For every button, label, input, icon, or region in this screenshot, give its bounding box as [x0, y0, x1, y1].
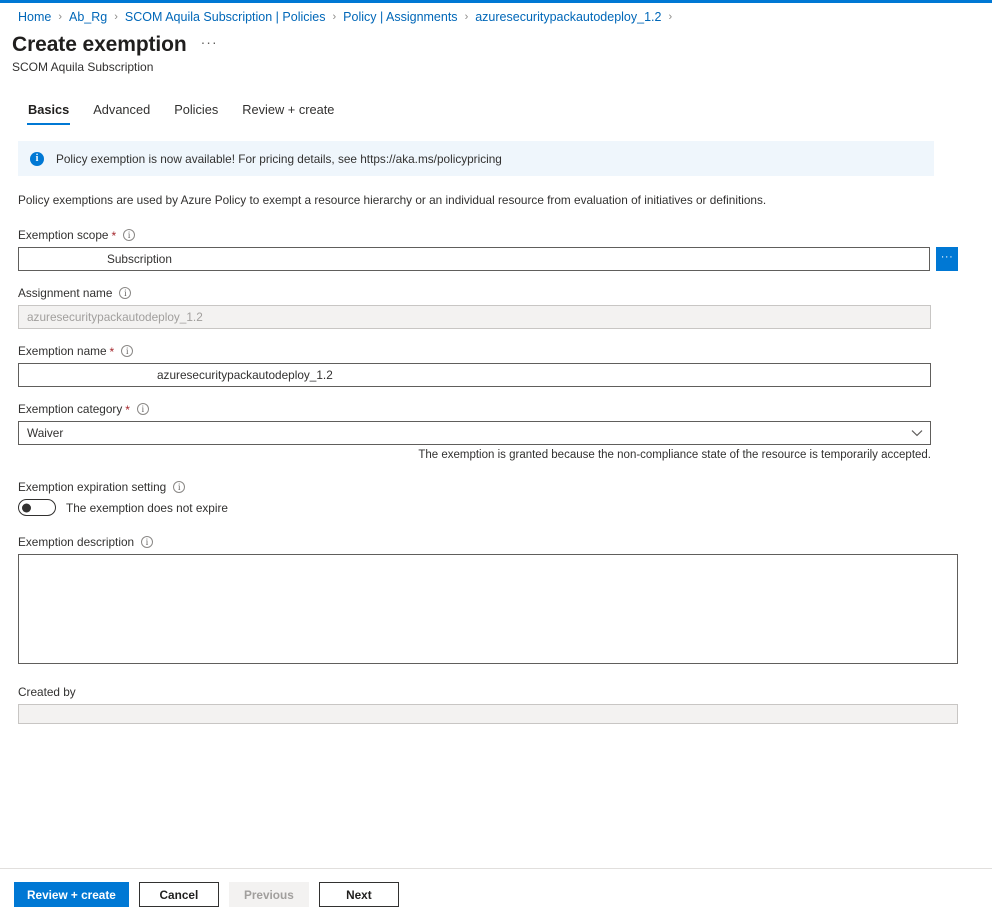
exemption-scope-input-row: ···: [18, 247, 958, 271]
tab-basics[interactable]: Basics: [16, 102, 81, 125]
exemption-name-label: Exemption name: [18, 344, 107, 358]
exemption-name-label-row: Exemption name * i: [18, 343, 958, 359]
field-exemption-expiration: Exemption expiration setting i The exemp…: [18, 479, 958, 516]
breadcrumb-item-home[interactable]: Home: [18, 10, 51, 24]
breadcrumb-item-policy-assignments[interactable]: Policy | Assignments: [343, 10, 457, 24]
previous-button: Previous: [228, 882, 309, 907]
field-assignment-name: Assignment name i: [18, 285, 958, 329]
review-create-button[interactable]: Review + create: [14, 882, 129, 907]
page-header: Create exemption ···: [0, 25, 992, 57]
field-created-by: Created by: [18, 684, 958, 724]
breadcrumb-separator-icon: ›: [668, 11, 673, 23]
assignment-name-input: [18, 305, 931, 329]
breadcrumb-item-resource-group[interactable]: Ab_Rg: [69, 10, 107, 24]
exemption-category-label-row: Exemption category * i: [18, 401, 958, 417]
info-banner-text: Policy exemption is now available! For p…: [56, 151, 502, 166]
exemption-name-input[interactable]: [18, 363, 931, 387]
exemption-scope-input[interactable]: [18, 247, 930, 271]
exemption-scope-label: Exemption scope: [18, 228, 109, 242]
required-asterisk: *: [111, 229, 117, 243]
tab-policies[interactable]: Policies: [162, 102, 230, 125]
exemption-description-textarea[interactable]: [18, 554, 958, 664]
assignment-name-label-row: Assignment name i: [18, 285, 958, 301]
info-banner: i Policy exemption is now available! For…: [18, 141, 934, 176]
page-title: Create exemption: [12, 33, 187, 56]
browse-scope-button[interactable]: ···: [936, 247, 958, 271]
created-by-label-row: Created by: [18, 684, 958, 700]
breadcrumb-item-assignment[interactable]: azuresecuritypackautodeploy_1.2: [475, 10, 661, 24]
tab-review-create[interactable]: Review + create: [230, 102, 346, 125]
exemption-category-select[interactable]: Waiver: [18, 421, 931, 445]
tab-bar: Basics Advanced Policies Review + create: [0, 97, 992, 125]
expiration-toggle-label: The exemption does not expire: [66, 500, 228, 515]
more-options-icon[interactable]: ···: [201, 34, 218, 50]
cancel-button[interactable]: Cancel: [138, 882, 219, 907]
page-subtitle: SCOM Aquila Subscription: [12, 60, 154, 74]
expiration-setting-label: Exemption expiration setting: [18, 480, 167, 494]
exemption-category-select-wrap: Waiver: [18, 421, 931, 445]
field-exemption-name: Exemption name * i: [18, 343, 958, 387]
exemption-description-label-row: Exemption description i: [18, 534, 958, 550]
exemption-category-label: Exemption category: [18, 402, 123, 416]
breadcrumb-separator-icon: ›: [464, 11, 469, 23]
info-tooltip-icon[interactable]: i: [119, 287, 132, 299]
expiration-toggle-row: The exemption does not expire: [18, 499, 958, 516]
breadcrumb: Home › Ab_Rg › SCOM Aquila Subscription …: [0, 3, 992, 25]
expiration-toggle[interactable]: [18, 499, 56, 516]
next-button[interactable]: Next: [318, 882, 399, 907]
info-tooltip-icon[interactable]: i: [136, 403, 149, 415]
toggle-knob-icon: [22, 503, 31, 512]
exemption-category-value: Waiver: [27, 426, 64, 440]
wizard-footer: Review + create Cancel Previous Next: [0, 868, 992, 920]
info-tooltip-icon[interactable]: i: [123, 229, 136, 241]
tab-advanced[interactable]: Advanced: [81, 102, 162, 125]
breadcrumb-separator-icon: ›: [114, 11, 118, 23]
exemption-scope-label-row: Exemption scope * i: [18, 227, 958, 243]
required-asterisk: *: [125, 403, 130, 417]
breadcrumb-separator-icon: ›: [332, 11, 337, 23]
exemption-description-label: Exemption description: [18, 535, 135, 549]
expiration-setting-label-row: Exemption expiration setting i: [18, 479, 958, 495]
info-tooltip-icon[interactable]: i: [141, 536, 154, 548]
breadcrumb-separator-icon: ›: [58, 11, 63, 23]
created-by-label: Created by: [18, 685, 76, 699]
field-exemption-description: Exemption description i: [18, 534, 958, 669]
required-asterisk: *: [109, 345, 115, 359]
assignment-name-label: Assignment name: [18, 286, 113, 300]
exemption-category-helper-text: The exemption is granted because the non…: [418, 449, 931, 461]
create-exemption-page: Home › Ab_Rg › SCOM Aquila Subscription …: [0, 0, 992, 920]
info-tooltip-icon[interactable]: i: [121, 345, 134, 357]
info-icon: i: [30, 151, 44, 166]
form-description: Policy exemptions are used by Azure Poli…: [18, 193, 767, 207]
breadcrumb-item-subscription-policies[interactable]: SCOM Aquila Subscription | Policies: [125, 10, 326, 24]
info-tooltip-icon[interactable]: i: [173, 481, 186, 493]
created-by-input: [18, 704, 958, 724]
basics-form: Exemption scope * i ··· Assignment name …: [18, 227, 958, 738]
field-exemption-scope: Exemption scope * i ···: [18, 227, 958, 271]
field-exemption-category: Exemption category * i Waiver The exempt…: [18, 401, 958, 461]
